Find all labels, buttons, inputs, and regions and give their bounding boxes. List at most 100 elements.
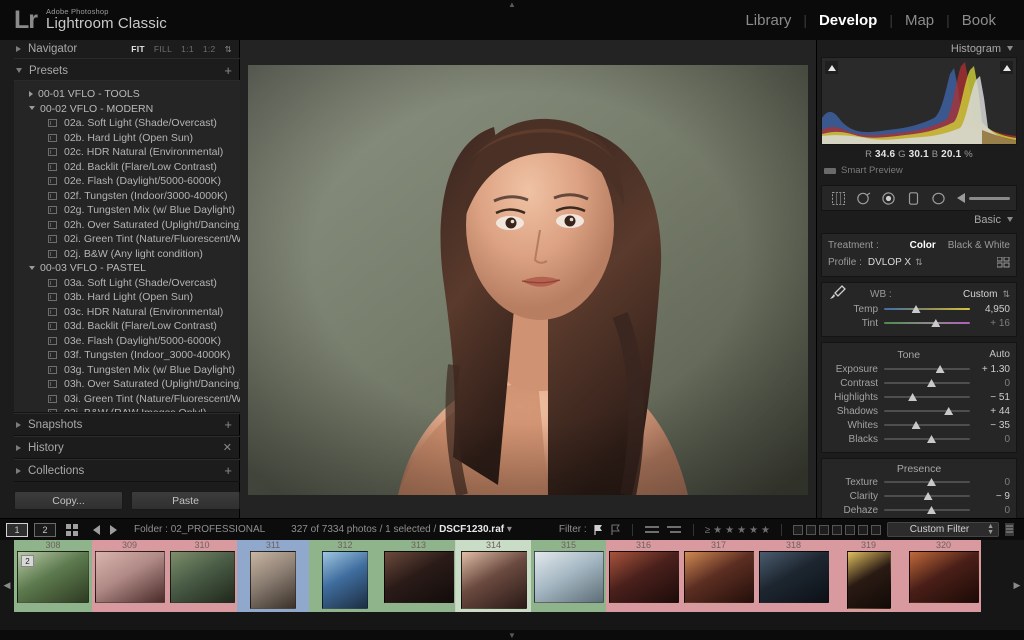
add-preset-button[interactable]: + (224, 66, 232, 76)
presets-header[interactable]: Presets + (14, 62, 240, 81)
preset-item[interactable]: 03f. Tungsten (Indoor_3000-4000K) (14, 348, 240, 363)
tool-amount-slider[interactable] (957, 192, 1010, 204)
preset-item[interactable]: 03j. B&W (RAW Images Only!) (14, 406, 240, 413)
slider-texture[interactable]: Texture0 (828, 475, 1010, 489)
filter-attribute-icon[interactable] (644, 524, 660, 536)
filmstrip-cell[interactable]: 315 (531, 540, 606, 612)
filename-caret-icon[interactable]: ▾ (507, 524, 512, 535)
basic-panel-header[interactable]: Basic (821, 211, 1017, 228)
preview-image[interactable] (248, 65, 808, 495)
profile-value[interactable]: DVLOP X (868, 257, 911, 268)
color-label-swatch[interactable] (845, 525, 855, 535)
filter-menu-icon[interactable] (1005, 523, 1014, 536)
color-label-swatch[interactable] (832, 525, 842, 535)
preset-group[interactable]: 00-01 VFLO - TOOLS (14, 87, 240, 102)
filmstrip-thumbnail[interactable] (909, 551, 979, 603)
filmstrip-thumbnail[interactable] (684, 551, 754, 603)
filmstrip-thumbnail[interactable] (322, 551, 368, 609)
filmstrip-thumbnail[interactable] (250, 551, 296, 609)
zoom-1-1[interactable]: 1:1 (181, 44, 194, 54)
filmstrip-thumbnail[interactable] (609, 551, 679, 603)
copy-button[interactable]: Copy... (14, 491, 123, 510)
rating-star-3[interactable]: ★ (737, 525, 746, 536)
presets-list[interactable]: 00-01 VFLO - TOOLS00-02 VFLO - MODERN02a… (14, 81, 240, 413)
slider-track[interactable] (884, 491, 970, 501)
preset-item[interactable]: 02f. Tungsten (Indoor/3000-4000K) (14, 189, 240, 204)
slider-track[interactable] (884, 378, 970, 388)
color-label-swatch[interactable] (819, 525, 829, 535)
slider-track[interactable] (884, 477, 970, 487)
preset-item[interactable]: 03c. HDR Natural (Environmental) (14, 305, 240, 320)
top-panel-toggle[interactable]: ▲ (499, 0, 525, 9)
filmstrip-thumbnail[interactable] (95, 551, 165, 603)
snapshots-header[interactable]: Snapshots + (14, 413, 240, 436)
slider-track[interactable] (884, 318, 970, 328)
next-photo-arrow[interactable] (110, 525, 117, 535)
preset-item[interactable]: 03h. Over Saturated (Uplight/Dancing) (14, 377, 240, 392)
preset-item[interactable]: 03i. Green Tint (Nature/Fluorescent/Wind… (14, 392, 240, 407)
preset-item[interactable]: 02h. Over Saturated (Uplight/Dancing) (14, 218, 240, 233)
preset-item[interactable]: 02b. Hard Light (Open Sun) (14, 131, 240, 146)
rating-star-1[interactable]: ★ (713, 525, 722, 536)
module-develop[interactable]: Develop (807, 12, 889, 29)
slider-tint[interactable]: Tint+ 16 (828, 316, 1010, 330)
previous-photo-arrow[interactable] (93, 525, 100, 535)
preset-item[interactable]: 02d. Backlit (Flare/Low Contrast) (14, 160, 240, 175)
zoom-fit[interactable]: FIT (131, 44, 145, 54)
rating-star-4[interactable]: ★ (749, 525, 758, 536)
preset-item[interactable]: 02g. Tungsten Mix (w/ Blue Daylight) (14, 203, 240, 218)
rating-gte-icon[interactable]: ≥ (705, 525, 711, 536)
histogram-header[interactable]: Histogram (821, 40, 1017, 57)
color-label-swatch[interactable] (858, 525, 868, 535)
rating-star-2[interactable]: ★ (725, 525, 734, 536)
preset-item[interactable]: 03b. Hard Light (Open Sun) (14, 290, 240, 305)
slider-exposure[interactable]: Exposure+ 1.30 (828, 362, 1010, 376)
red-eye-icon[interactable] (878, 189, 898, 207)
preset-item[interactable]: 03g. Tungsten Mix (w/ Blue Daylight) (14, 363, 240, 378)
filmstrip-thumbnail[interactable] (384, 551, 454, 603)
clear-history-button[interactable]: ✕ (223, 443, 232, 453)
zoom-stepper-icon[interactable]: ⇅ (225, 44, 232, 55)
grid-view-icon[interactable] (66, 524, 78, 536)
filmstrip-thumbnail[interactable] (759, 551, 829, 603)
auto-tone-button[interactable]: Auto (989, 349, 1010, 360)
module-book[interactable]: Book (950, 12, 1008, 29)
filmstrip-cell[interactable]: 309 (92, 540, 167, 612)
filter-sort-icon[interactable] (666, 524, 682, 536)
wb-value[interactable]: Custom (963, 289, 997, 300)
filmstrip-scroll-left[interactable]: ◀ (0, 540, 14, 630)
filmstrip-cell[interactable]: 310 (167, 540, 237, 612)
filmstrip-cell[interactable]: 317 (681, 540, 756, 612)
filmstrip-cell[interactable]: 320 (906, 540, 981, 612)
filmstrip-cell[interactable]: 319 (831, 540, 906, 612)
slider-highlights[interactable]: Highlights− 51 (828, 390, 1010, 404)
filmstrip-cell[interactable]: 311 (237, 540, 309, 612)
slider-track[interactable] (884, 392, 970, 402)
crop-overlay-icon[interactable] (828, 189, 848, 207)
flag-picked-icon[interactable] (593, 524, 604, 536)
profile-chevron-icon[interactable]: ⇅ (915, 257, 923, 268)
preset-item[interactable]: 02i. Green Tint (Nature/Fluorescent/Wind… (14, 232, 240, 247)
filmstrip-cell[interactable]: 313 (381, 540, 456, 612)
treatment-bw-option[interactable]: Black & White (948, 240, 1010, 251)
filmstrip-thumbnail[interactable] (847, 551, 891, 609)
slider-blacks[interactable]: Blacks0 (828, 432, 1010, 446)
preset-item[interactable]: 03e. Flash (Daylight/5000-6000K) (14, 334, 240, 349)
slider-temp[interactable]: Temp4,950 (828, 302, 1010, 316)
view-screen-2-button[interactable]: 2 (34, 523, 56, 537)
filmstrip-cell[interactable]: 316 (606, 540, 681, 612)
bottom-panel-toggle[interactable]: ▼ (508, 631, 516, 640)
filmstrip-scroll-right[interactable]: ▶ (1010, 540, 1024, 630)
slider-dehaze[interactable]: Dehaze0 (828, 503, 1010, 517)
preset-item[interactable]: 02c. HDR Natural (Environmental) (14, 145, 240, 160)
slider-track[interactable] (884, 420, 970, 430)
collections-header[interactable]: Collections + (14, 459, 240, 482)
module-map[interactable]: Map (893, 12, 946, 29)
slider-track[interactable] (884, 364, 970, 374)
rating-stars[interactable]: ≥★★★★★ (705, 524, 770, 536)
image-canvas[interactable] (240, 40, 816, 518)
view-screen-1-button[interactable]: 1 (6, 523, 28, 537)
color-label-swatch[interactable] (806, 525, 816, 535)
flag-rejected-icon[interactable] (610, 524, 621, 536)
filmstrip-thumbnail[interactable] (534, 551, 604, 603)
